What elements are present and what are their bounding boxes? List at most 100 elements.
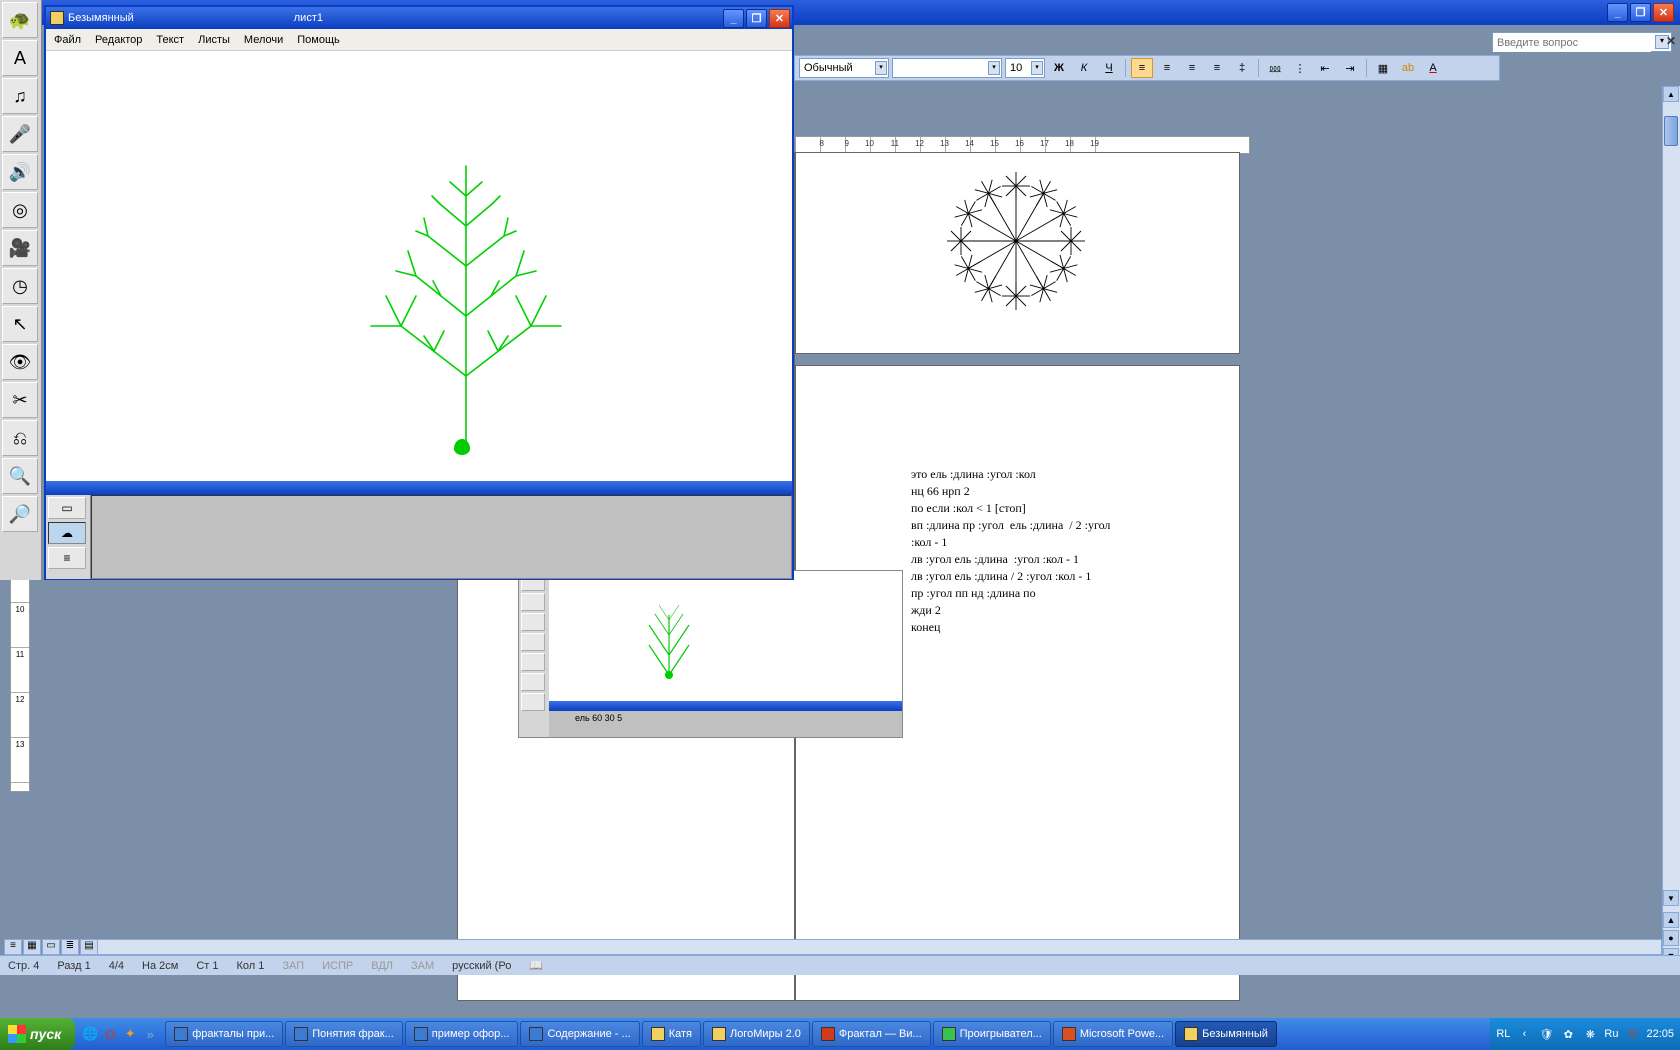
ql-icon[interactable]: ✦: [121, 1023, 139, 1045]
normal-view-button[interactable]: ≡: [4, 939, 22, 955]
video-tool-icon[interactable]: 🎥: [2, 230, 38, 266]
status-lang: русский (Ро: [452, 960, 511, 972]
task-icon: [651, 1027, 665, 1041]
tray-lang[interactable]: RL: [1496, 1028, 1510, 1040]
stamp-tool-icon[interactable]: ⎌: [2, 420, 38, 456]
highlight-button[interactable]: ab: [1397, 58, 1419, 78]
zoomout-tool-icon[interactable]: 🔎: [2, 496, 38, 532]
logo-divider[interactable]: [46, 481, 792, 495]
horizontal-scrollbar[interactable]: [95, 939, 1662, 955]
ql-divider-icon[interactable]: »: [141, 1023, 159, 1045]
bold-button[interactable]: Ж: [1048, 58, 1070, 78]
nested-tool-icon: [521, 613, 545, 631]
task-button[interactable]: ЛогоМиры 2.0: [703, 1021, 810, 1047]
menu-Файл[interactable]: Файл: [54, 34, 81, 46]
logo-command-input[interactable]: [91, 495, 792, 579]
music-tool-icon[interactable]: ♫: [2, 78, 38, 114]
cmd-tab-2-icon[interactable]: ☁: [48, 522, 86, 544]
start-button[interactable]: пуск: [0, 1018, 75, 1050]
word-close-button[interactable]: ✕: [1653, 3, 1674, 22]
word-doc-close-button[interactable]: ✕: [1666, 34, 1676, 48]
scroll-up-icon[interactable]: ▲: [1663, 86, 1679, 102]
tray-clock[interactable]: 22:05: [1646, 1028, 1674, 1040]
task-button[interactable]: Microsoft Powe...: [1053, 1021, 1173, 1047]
scissors-tool-icon[interactable]: ✂: [2, 382, 38, 418]
align-center-button[interactable]: ≡: [1156, 58, 1178, 78]
tray-kb[interactable]: Ru: [1604, 1028, 1618, 1040]
font-combo[interactable]: ▾: [892, 58, 1002, 78]
format-toolbar: Обычный▾ ▾ 10▾ Ж К Ч ≡ ≡ ≡ ≡ ‡ ⅏ ⋮ ⇤ ⇥ ▦…: [794, 55, 1500, 81]
borders-button[interactable]: ▦: [1372, 58, 1394, 78]
task-button[interactable]: фракталы при...: [165, 1021, 283, 1047]
outdent-button[interactable]: ⇤: [1314, 58, 1336, 78]
menu-Редактор[interactable]: Редактор: [95, 34, 142, 46]
logo-close-button[interactable]: ✕: [769, 9, 790, 28]
browse-object-button[interactable]: ●: [1663, 930, 1679, 946]
logo-canvas[interactable]: [46, 51, 792, 481]
tray-icon[interactable]: 🛡: [1538, 1026, 1554, 1042]
numbering-button[interactable]: ⅏: [1264, 58, 1286, 78]
word-page-1: [795, 152, 1240, 354]
logo-minimize-button[interactable]: _: [723, 9, 744, 28]
underline-button[interactable]: Ч: [1098, 58, 1120, 78]
tray-icon[interactable]: ❋: [1582, 1026, 1598, 1042]
logo-maximize-button[interactable]: ❐: [746, 9, 767, 28]
web-view-button[interactable]: ▦: [23, 939, 41, 955]
eye-tool-icon[interactable]: 👁: [2, 344, 38, 380]
system-tray: RL ‹ 🛡 ✿ ❋ Ru O 22:05: [1490, 1018, 1680, 1050]
print-view-button[interactable]: ▭: [42, 939, 60, 955]
align-justify-button[interactable]: ≡: [1206, 58, 1228, 78]
style-combo[interactable]: Обычный▾: [799, 58, 889, 78]
reading-view-button[interactable]: ▤: [80, 939, 98, 955]
task-label: фракталы при...: [192, 1028, 274, 1040]
outline-view-button[interactable]: ≣: [61, 939, 79, 955]
ql-icon[interactable]: 🌐: [81, 1023, 99, 1045]
pointer-tool-icon[interactable]: ↖: [2, 306, 38, 342]
word-minimize-button[interactable]: _: [1607, 3, 1628, 22]
indent-button[interactable]: ⇥: [1339, 58, 1361, 78]
scroll-down-icon[interactable]: ▼: [1663, 890, 1679, 906]
task-button[interactable]: Фрактал — Ви...: [812, 1021, 931, 1047]
horn-tool-icon[interactable]: 🔊: [2, 154, 38, 190]
status-pagecount: 4/4: [109, 960, 124, 972]
menu-Текст[interactable]: Текст: [156, 34, 184, 46]
task-button[interactable]: Содержание - ...: [520, 1021, 639, 1047]
prev-page-button[interactable]: ▲: [1663, 912, 1679, 928]
ask-question-input[interactable]: [1493, 34, 1651, 52]
cmd-tab-1-icon[interactable]: ▭: [48, 497, 86, 519]
align-right-button[interactable]: ≡: [1181, 58, 1203, 78]
cmd-tab-3-icon[interactable]: ≡: [48, 547, 86, 569]
status-book-icon[interactable]: 📖: [529, 959, 543, 972]
task-button[interactable]: Катя: [642, 1021, 701, 1047]
bullets-button[interactable]: ⋮: [1289, 58, 1311, 78]
task-button[interactable]: Проигрывател...: [933, 1021, 1051, 1047]
fontsize-combo[interactable]: 10▾: [1005, 58, 1045, 78]
menu-Мелочи[interactable]: Мелочи: [244, 34, 283, 46]
tray-icon[interactable]: O: [1624, 1026, 1640, 1042]
fontcolor-button[interactable]: A: [1422, 58, 1444, 78]
clock-tool-icon[interactable]: ◷: [2, 268, 38, 304]
italic-button[interactable]: К: [1073, 58, 1095, 78]
slider-tool-icon[interactable]: ◎: [2, 192, 38, 228]
ask-question-box[interactable]: ▾: [1492, 32, 1672, 52]
zoomin-tool-icon[interactable]: 🔍: [2, 458, 38, 494]
task-button[interactable]: Безымянный: [1175, 1021, 1277, 1047]
tray-icon[interactable]: ‹: [1516, 1026, 1532, 1042]
turtle-tool-icon[interactable]: 🐢: [2, 2, 38, 38]
menu-Помощь[interactable]: Помощь: [297, 34, 340, 46]
menu-Листы[interactable]: Листы: [198, 34, 230, 46]
task-button[interactable]: Понятия фрак...: [285, 1021, 403, 1047]
ql-icon[interactable]: O: [101, 1023, 119, 1045]
tray-icon[interactable]: ✿: [1560, 1026, 1576, 1042]
scroll-thumb[interactable]: [1664, 116, 1678, 146]
mic-tool-icon[interactable]: 🎤: [2, 116, 38, 152]
line-spacing-button[interactable]: ‡: [1231, 58, 1253, 78]
task-label: Microsoft Powe...: [1080, 1028, 1164, 1040]
logo-titlebar[interactable]: Безымянный лист1 _ ❐ ✕: [46, 7, 792, 29]
vertical-scrollbar[interactable]: ▲ ▼ ▲ ● ▼: [1662, 86, 1680, 966]
text-tool-icon[interactable]: A: [2, 40, 38, 76]
task-button[interactable]: пример офор...: [405, 1021, 519, 1047]
turtle-icon[interactable]: [454, 439, 470, 455]
align-left-button[interactable]: ≡: [1131, 58, 1153, 78]
word-maximize-button[interactable]: ❐: [1630, 3, 1651, 22]
